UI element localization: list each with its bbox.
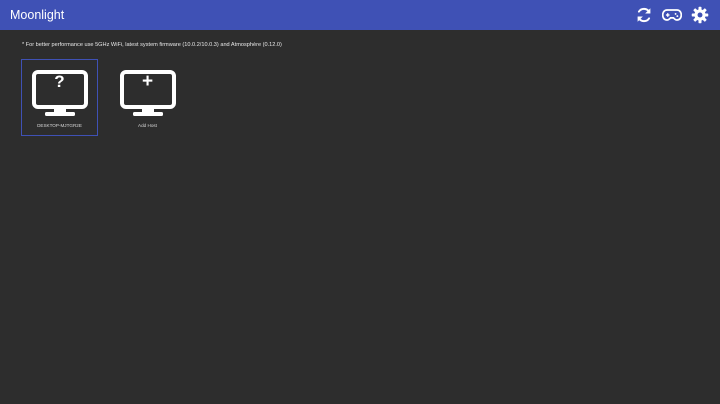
refresh-icon bbox=[637, 7, 651, 23]
header-actions bbox=[634, 5, 710, 25]
add-host-tile[interactable]: + Add Host bbox=[109, 59, 186, 136]
moonlight-app: Moonlight * For better performance use 5… bbox=[0, 0, 720, 404]
host-label: DESKTOP-MJTGR2E bbox=[37, 123, 82, 128]
gear-icon bbox=[691, 6, 709, 24]
app-title: Moonlight bbox=[10, 8, 65, 22]
host-tile-desktop[interactable]: ? DESKTOP-MJTGR2E bbox=[21, 59, 98, 136]
settings-button[interactable] bbox=[690, 5, 710, 25]
gamepad-button[interactable] bbox=[662, 5, 682, 25]
refresh-button[interactable] bbox=[634, 5, 654, 25]
performance-hint: * For better performance use 5GHz WiFi, … bbox=[22, 42, 282, 48]
app-header: Moonlight bbox=[0, 0, 720, 30]
host-label: Add Host bbox=[138, 123, 157, 128]
add-host-glyph: + bbox=[141, 71, 154, 92]
host-status-glyph: ? bbox=[54, 72, 65, 91]
host-grid: ? DESKTOP-MJTGR2E + Add Host bbox=[21, 59, 186, 136]
gamepad-icon bbox=[662, 9, 682, 21]
